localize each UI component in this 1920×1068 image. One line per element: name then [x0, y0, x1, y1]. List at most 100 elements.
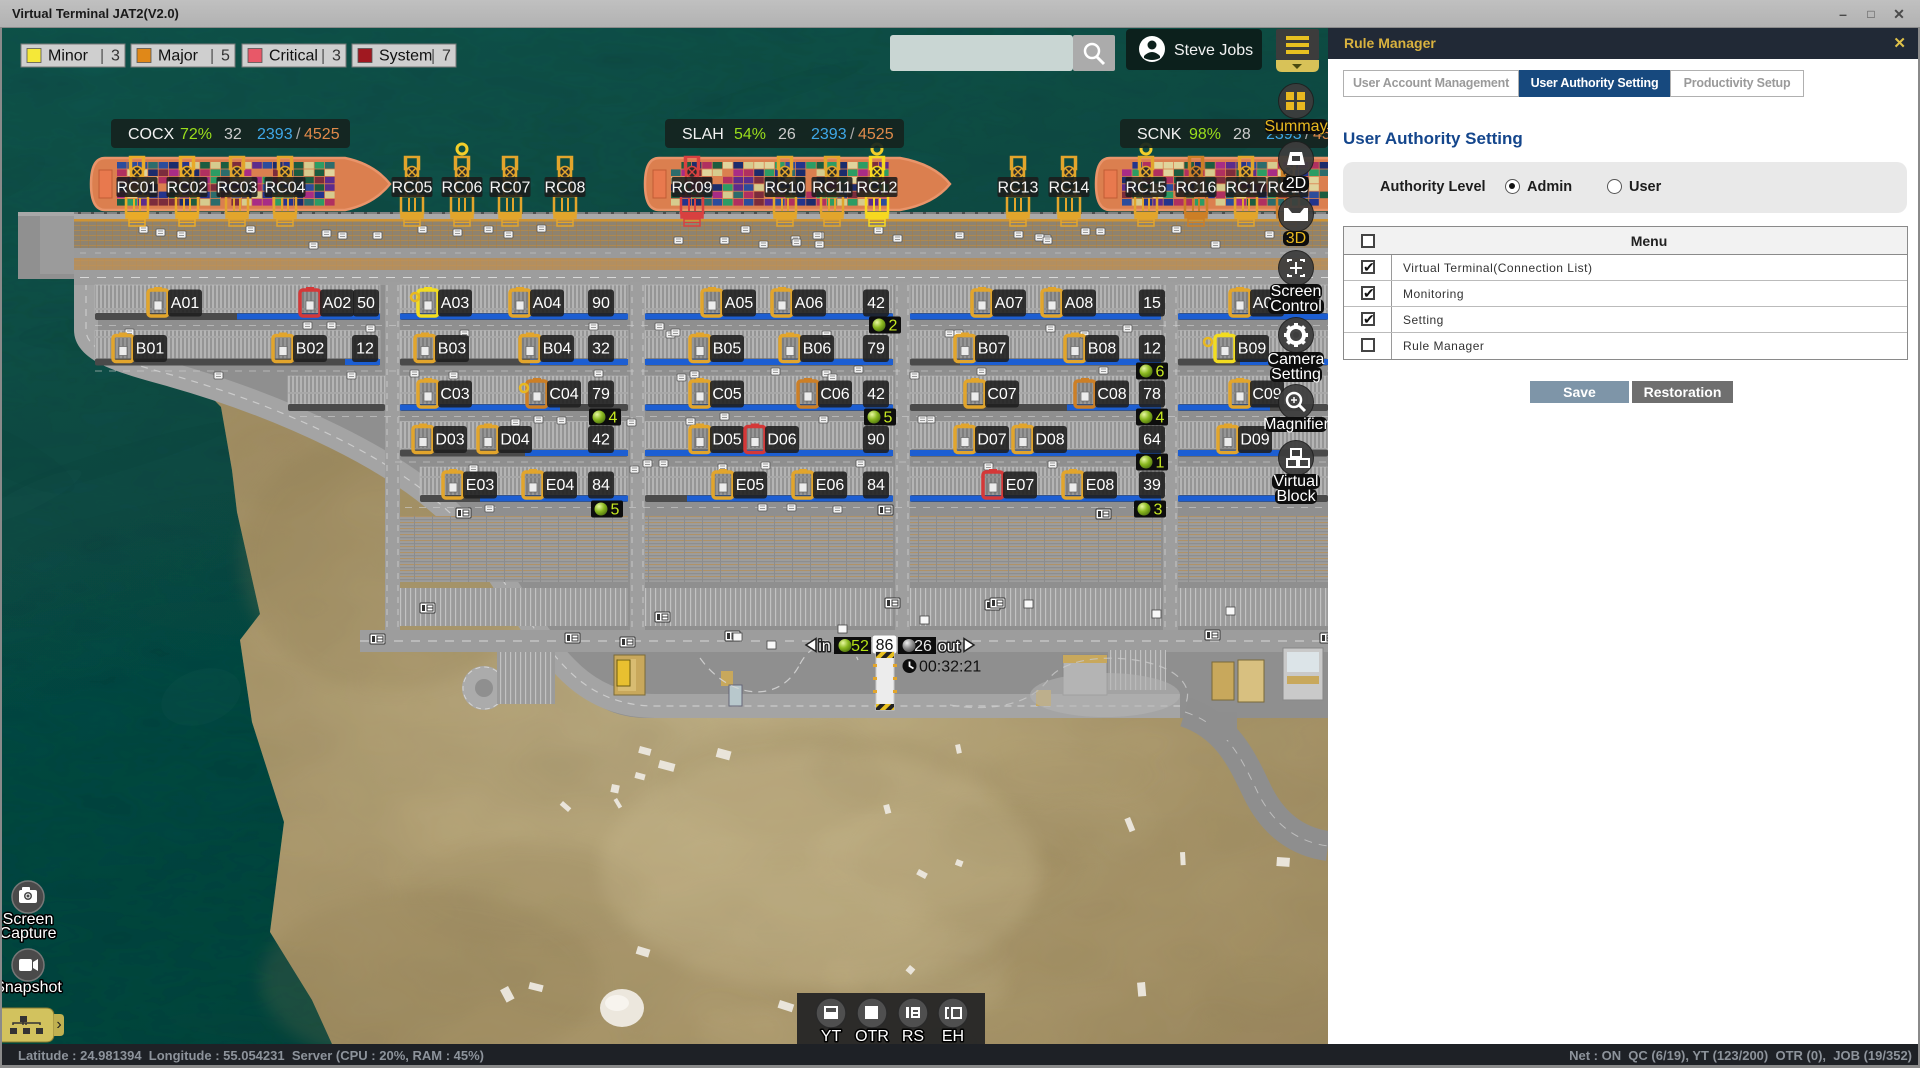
- svg-text:D06: D06: [767, 432, 796, 449]
- svg-text:B06: B06: [803, 341, 832, 358]
- svg-text:54%: 54%: [734, 126, 766, 143]
- svg-text:28: 28: [1233, 126, 1251, 143]
- svg-text:RC06: RC06: [442, 180, 483, 197]
- svg-text:C03: C03: [440, 386, 469, 403]
- svg-text:D04: D04: [500, 432, 529, 449]
- svg-text:C09: C09: [1252, 386, 1281, 403]
- svg-text:64: 64: [1143, 432, 1161, 449]
- svg-text:A05: A05: [725, 295, 754, 312]
- svg-text:72%: 72%: [180, 126, 212, 143]
- svg-text:|: |: [210, 48, 214, 65]
- svg-text:C06: C06: [820, 386, 849, 403]
- svg-text:EH: EH: [942, 1028, 964, 1044]
- svg-text:Minor: Minor: [48, 48, 89, 65]
- svg-text:15: 15: [1143, 295, 1161, 312]
- svg-text:B07: B07: [978, 341, 1007, 358]
- svg-text:39: 39: [1143, 477, 1161, 494]
- svg-text:RC04: RC04: [265, 180, 306, 197]
- svg-text:B08: B08: [1088, 341, 1117, 358]
- svg-text:RC08: RC08: [545, 180, 586, 197]
- svg-text:Magnifier: Magnifier: [1263, 416, 1328, 433]
- svg-text:Control: Control: [1270, 298, 1322, 315]
- svg-text:RC11: RC11: [812, 180, 852, 197]
- svg-text:›: ›: [56, 1016, 61, 1033]
- svg-text:2393: 2393: [257, 126, 293, 143]
- svg-text:A03: A03: [441, 295, 470, 312]
- svg-text:Summay: Summay: [1264, 118, 1327, 135]
- svg-text:5: 5: [221, 48, 230, 65]
- svg-text:/: /: [296, 126, 301, 143]
- svg-text:D03: D03: [435, 432, 464, 449]
- svg-text:out: out: [938, 639, 961, 656]
- svg-text:RS: RS: [902, 1028, 924, 1044]
- svg-text:Block: Block: [1276, 488, 1316, 505]
- svg-text:7: 7: [442, 48, 451, 65]
- svg-text:RC05: RC05: [392, 180, 433, 197]
- svg-text:90: 90: [592, 295, 610, 312]
- svg-text:5: 5: [884, 410, 893, 427]
- svg-text:B04: B04: [543, 341, 572, 358]
- svg-text:|: |: [321, 48, 325, 65]
- svg-text:12: 12: [1143, 341, 1161, 358]
- svg-text:D09: D09: [1240, 432, 1269, 449]
- svg-text:26: 26: [778, 126, 796, 143]
- svg-text:78: 78: [1143, 386, 1161, 403]
- svg-text:B02: B02: [296, 341, 325, 358]
- svg-text:84: 84: [592, 477, 610, 494]
- svg-text:42: 42: [592, 432, 610, 449]
- svg-text:D07: D07: [977, 432, 1006, 449]
- svg-text:B09: B09: [1238, 341, 1267, 358]
- svg-text:3: 3: [1154, 502, 1163, 519]
- svg-text:2393: 2393: [811, 126, 847, 143]
- svg-text:4525: 4525: [304, 126, 340, 143]
- svg-text:Capture: Capture: [0, 925, 57, 942]
- svg-text:System: System: [379, 48, 432, 65]
- svg-text:B01: B01: [136, 341, 165, 358]
- svg-text:|: |: [100, 48, 104, 65]
- svg-text:YT: YT: [821, 1028, 842, 1044]
- svg-text:3: 3: [332, 48, 341, 65]
- svg-text:RC16: RC16: [1176, 180, 1217, 197]
- svg-text:in: in: [818, 638, 830, 655]
- svg-text:RC09: RC09: [672, 180, 713, 197]
- svg-text:6: 6: [1156, 364, 1165, 381]
- svg-text:C08: C08: [1097, 386, 1126, 403]
- svg-text:SCNK: SCNK: [1137, 126, 1182, 143]
- svg-text:RC13: RC13: [998, 180, 1039, 197]
- svg-text:E05: E05: [736, 477, 765, 494]
- svg-text:Setting: Setting: [1271, 366, 1321, 383]
- svg-text:4525: 4525: [858, 126, 894, 143]
- svg-text:C05: C05: [712, 386, 741, 403]
- svg-text:2D: 2D: [1286, 175, 1306, 192]
- svg-text:RC10: RC10: [765, 180, 806, 197]
- svg-text:2: 2: [889, 318, 898, 335]
- svg-text:RC03: RC03: [217, 180, 258, 197]
- svg-text:42: 42: [867, 295, 885, 312]
- svg-text:5: 5: [611, 502, 620, 519]
- svg-text:RC02: RC02: [167, 180, 208, 197]
- svg-text:A06: A06: [795, 295, 824, 312]
- svg-text:E08: E08: [1086, 477, 1115, 494]
- svg-text:98%: 98%: [1189, 126, 1221, 143]
- svg-text:Major: Major: [158, 48, 199, 65]
- svg-text:12: 12: [356, 341, 374, 358]
- svg-text:32: 32: [224, 126, 242, 143]
- svg-text:C07: C07: [987, 386, 1016, 403]
- svg-text:D08: D08: [1035, 432, 1064, 449]
- svg-text:50: 50: [357, 295, 375, 312]
- svg-text:RC12: RC12: [857, 180, 898, 197]
- svg-text:RC17: RC17: [1226, 180, 1267, 197]
- svg-text:E07: E07: [1006, 477, 1035, 494]
- svg-text:Critical: Critical: [269, 48, 318, 65]
- svg-text:Steve Jobs: Steve Jobs: [1174, 42, 1253, 59]
- svg-text:A08: A08: [1065, 295, 1094, 312]
- svg-text:B03: B03: [438, 341, 467, 358]
- svg-text:OTR: OTR: [855, 1028, 889, 1044]
- svg-text:|: |: [431, 48, 435, 65]
- svg-text:SLAH: SLAH: [682, 126, 724, 143]
- svg-text:26: 26: [914, 638, 932, 655]
- svg-text:79: 79: [592, 386, 610, 403]
- svg-text:C04: C04: [549, 386, 578, 403]
- svg-text:4: 4: [609, 410, 618, 427]
- svg-text:84: 84: [867, 477, 885, 494]
